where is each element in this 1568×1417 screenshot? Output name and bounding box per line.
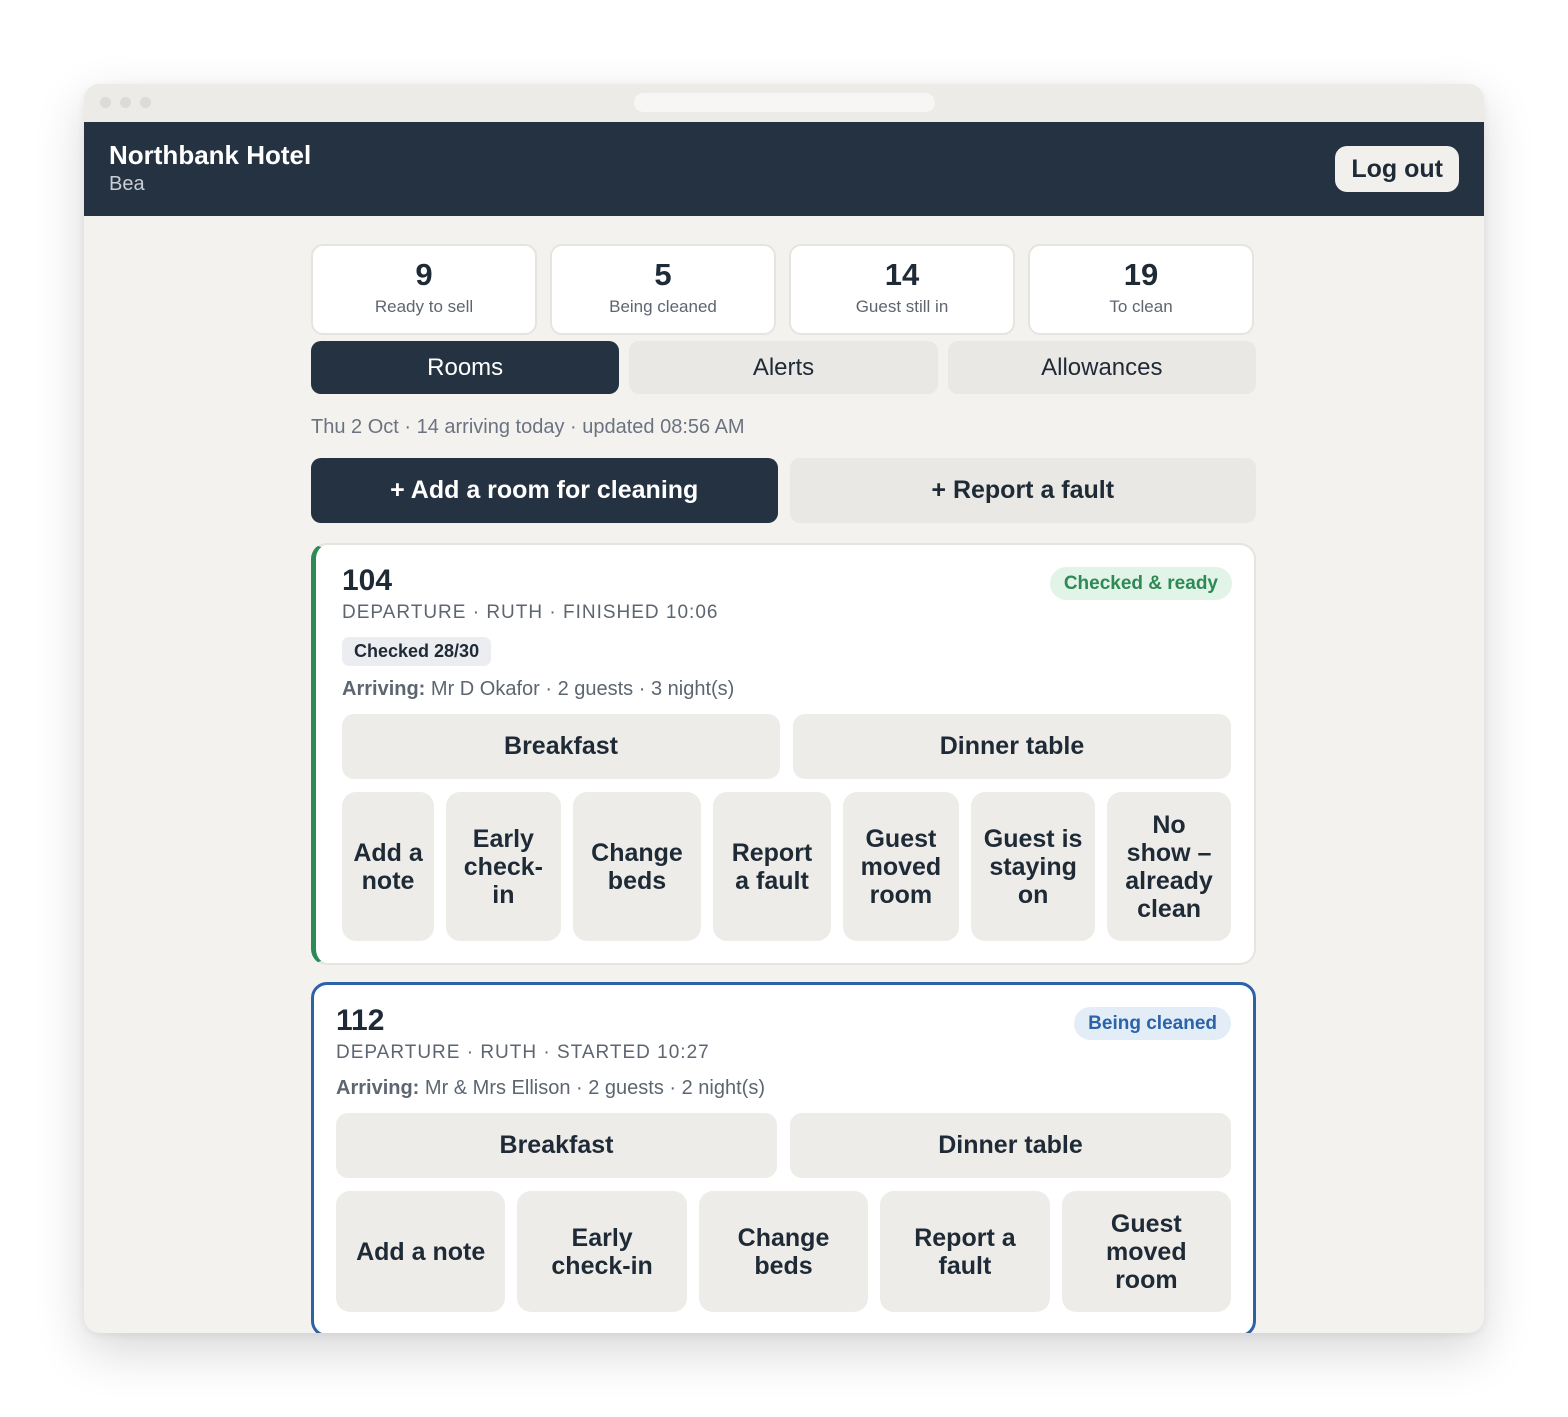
app-window: Northbank Hotel Bea Log out 9 Ready to s…	[84, 84, 1484, 1333]
add-note-button[interactable]: Add a note	[342, 792, 435, 941]
room-card-104: 104 DEPARTURE · RUTH · FINISHED 10:06 Ch…	[311, 543, 1256, 965]
stat-label: Ready to sell	[374, 297, 474, 316]
tab-allowances[interactable]: Allowances	[947, 341, 1256, 394]
arrival-info: Arriving: Mr & Mrs Ellison · 2 guests · …	[336, 1075, 1231, 1101]
meal-row: Breakfast Dinner table	[342, 714, 1231, 779]
add-note-button[interactable]: Add a note	[336, 1191, 506, 1312]
guest-moved-room-button[interactable]: Guest moved room	[1061, 1191, 1232, 1312]
stat-label: To clean	[1109, 297, 1173, 316]
stat-value: 19	[1123, 257, 1159, 292]
stat-being-cleaned[interactable]: 5 Being cleaned	[550, 244, 776, 335]
tab-rooms[interactable]: Rooms	[311, 341, 620, 394]
checklist-badge: Checked 28/30	[342, 637, 492, 666]
date-summary: Thu 2 Oct · 14 arriving today · updated …	[311, 416, 745, 438]
change-beds-button[interactable]: Change beds	[698, 1191, 869, 1312]
arrival-label: Arriving:	[342, 678, 426, 700]
room-meta: DEPARTURE · RUTH · STARTED 10:27	[336, 1042, 710, 1063]
report-fault-room-button[interactable]: Report a fault	[880, 1191, 1050, 1312]
no-show-button[interactable]: No show – already clean	[1107, 792, 1232, 941]
tab-alerts[interactable]: Alerts	[629, 341, 938, 394]
option-row: Add a note Early check-in Change beds Re…	[342, 792, 1232, 941]
main-content: 9 Ready to sell 5 Being cleaned 14 Guest…	[311, 244, 1256, 1333]
room-card-112: 112 DEPARTURE · RUTH · STARTED 10:27 Bei…	[311, 982, 1256, 1333]
hotel-name: Northbank Hotel	[109, 140, 312, 170]
arrival-label: Arriving:	[336, 1077, 420, 1099]
logout-button[interactable]: Log out	[1335, 146, 1459, 192]
arrival-text: Mr D Okafor · 2 guests · 3 night(s)	[430, 678, 735, 700]
stat-guest-still-in[interactable]: 14 Guest still in	[789, 244, 1015, 335]
arrival-info: Arriving: Mr D Okafor · 2 guests · 3 nig…	[342, 676, 1231, 702]
window-dot-icon	[120, 97, 131, 108]
guest-moved-room-button[interactable]: Guest moved room	[842, 792, 960, 941]
stats-row: 9 Ready to sell 5 Being cleaned 14 Guest…	[311, 244, 1256, 335]
breakfast-button[interactable]: Breakfast	[336, 1113, 777, 1178]
stat-value: 9	[415, 257, 433, 292]
early-check-in-button[interactable]: Early check-in	[517, 1191, 687, 1312]
top-bar: Northbank Hotel Bea Log out	[84, 122, 1484, 216]
stat-label: Guest still in	[855, 297, 949, 316]
change-beds-button[interactable]: Change beds	[572, 792, 702, 941]
report-fault-room-button[interactable]: Report a fault	[713, 792, 831, 941]
report-fault-button[interactable]: + Report a fault	[789, 458, 1256, 523]
address-bar[interactable]	[634, 93, 935, 112]
status-badge: Being cleaned	[1074, 1007, 1231, 1040]
arrival-text: Mr & Mrs Ellison · 2 guests · 2 night(s)	[424, 1077, 765, 1099]
hotel-identity: Northbank Hotel Bea	[109, 140, 311, 198]
room-meta: DEPARTURE · RUTH · FINISHED 10:06	[342, 602, 719, 623]
guest-staying-on-button[interactable]: Guest is staying on	[971, 792, 1096, 941]
dinner-table-button[interactable]: Dinner table	[790, 1113, 1231, 1178]
tab-bar: Rooms Alerts Allowances	[311, 341, 1256, 394]
action-row: + Add a room for cleaning + Report a fau…	[311, 458, 1256, 523]
stat-value: 5	[654, 257, 672, 292]
status-badge: Checked & ready	[1049, 567, 1232, 600]
stat-to-clean[interactable]: 19 To clean	[1028, 244, 1254, 335]
option-row: Add a note Early check-in Change beds Re…	[336, 1191, 1232, 1312]
user-name: Bea	[109, 173, 145, 195]
browser-chrome	[84, 84, 1484, 122]
stat-label: Being cleaned	[609, 297, 717, 316]
window-dot-icon	[140, 97, 151, 108]
add-room-button[interactable]: + Add a room for cleaning	[311, 458, 778, 523]
breakfast-button[interactable]: Breakfast	[342, 714, 780, 779]
early-check-in-button[interactable]: Early check-in	[446, 792, 561, 941]
stat-ready-to-sell[interactable]: 9 Ready to sell	[311, 244, 537, 335]
dinner-table-button[interactable]: Dinner table	[793, 714, 1231, 779]
window-dot-icon	[100, 97, 111, 108]
meal-row: Breakfast Dinner table	[336, 1113, 1231, 1178]
stat-value: 14	[884, 257, 920, 292]
